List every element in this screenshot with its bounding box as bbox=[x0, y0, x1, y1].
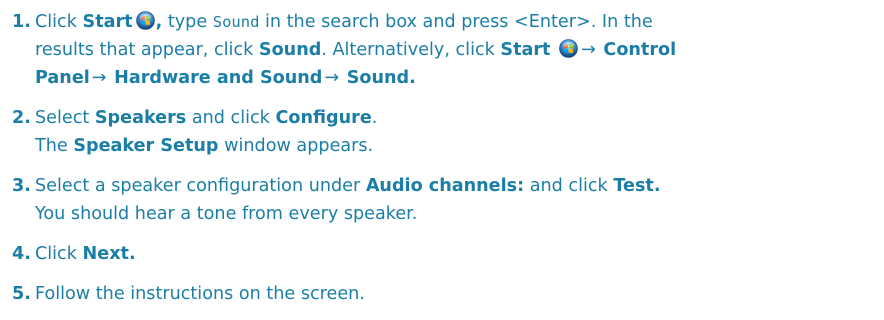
configure-label: Configure bbox=[275, 108, 372, 128]
speaker-setup-label: Speaker Setup bbox=[73, 136, 219, 156]
step-text: results that appear, click bbox=[35, 40, 254, 60]
next-label: Next. bbox=[82, 244, 136, 264]
step-text: in the search box and press <Enter>. In … bbox=[265, 12, 653, 32]
step-number: 5. bbox=[12, 284, 31, 304]
step-4: 4. Click Next. bbox=[12, 240, 878, 268]
step-text: Click bbox=[35, 244, 77, 264]
start-label: Start bbox=[500, 40, 551, 60]
speakers-label: Speakers bbox=[94, 108, 187, 128]
step-text: and click bbox=[529, 176, 608, 196]
test-label: Test. bbox=[613, 176, 661, 196]
step-number: 1. bbox=[12, 12, 31, 32]
step-text: Follow the instructions on the screen. bbox=[35, 284, 365, 304]
step-1-line-1: Click Start, type Sound in the search bo… bbox=[35, 8, 878, 36]
step-5: 5. Follow the instructions on the screen… bbox=[12, 280, 878, 308]
control-label: Control bbox=[603, 40, 677, 60]
step-text: window appears. bbox=[224, 136, 374, 156]
arrow-right-icon: → bbox=[91, 68, 107, 88]
step-1-line-2: results that appear, click Sound. Altern… bbox=[35, 36, 878, 64]
sound-label: Sound bbox=[258, 40, 322, 60]
instruction-list: 1. Click Start, type Sound in the search… bbox=[12, 8, 878, 320]
panel-label: Panel bbox=[35, 68, 90, 88]
step-2: 2. Select Speakers and click Configure. … bbox=[12, 104, 878, 160]
step-number: 3. bbox=[12, 176, 31, 196]
step-text: . Alternatively, click bbox=[321, 40, 495, 60]
arrow-right-icon: → bbox=[324, 68, 340, 88]
windows-start-orb-icon bbox=[559, 39, 578, 58]
step-text: . bbox=[371, 108, 378, 128]
step-3-line-1: Select a speaker configuration under Aud… bbox=[35, 172, 878, 200]
step-3: 3. Select a speaker configuration under … bbox=[12, 172, 878, 228]
step-number: 2. bbox=[12, 108, 31, 128]
step-2-line-2: The Speaker Setup window appears. bbox=[35, 132, 878, 160]
start-label: Start bbox=[82, 12, 133, 32]
hardware-label: Hardware and Sound bbox=[114, 68, 323, 88]
step-number: 4. bbox=[12, 244, 31, 264]
sound-end-label: Sound. bbox=[346, 68, 416, 88]
arrow-right-icon: → bbox=[581, 40, 596, 60]
step-4-line-1: Click Next. bbox=[35, 240, 878, 268]
comma: , bbox=[155, 12, 163, 32]
step-text: Select bbox=[35, 108, 90, 128]
step-5-line-1: Follow the instructions on the screen. bbox=[35, 280, 878, 308]
step-text: type bbox=[167, 12, 208, 32]
step-3-line-2: You should hear a tone from every speake… bbox=[35, 200, 878, 228]
step-text: The bbox=[35, 136, 68, 156]
audio-channels-label: Audio channels: bbox=[365, 176, 525, 196]
step-1: 1. Click Start, type Sound in the search… bbox=[12, 8, 878, 92]
step-text: Select a speaker configuration under bbox=[35, 176, 361, 196]
step-text: Click bbox=[35, 12, 77, 32]
windows-start-orb-icon bbox=[135, 11, 155, 30]
step-text: and click bbox=[191, 108, 270, 128]
step-1-line-3: Panel → Hardware and Sound → Sound. bbox=[35, 64, 878, 92]
step-2-line-1: Select Speakers and click Configure. bbox=[35, 104, 878, 132]
step-text: You should hear a tone from every speake… bbox=[35, 204, 418, 224]
search-term: Sound bbox=[212, 13, 260, 31]
